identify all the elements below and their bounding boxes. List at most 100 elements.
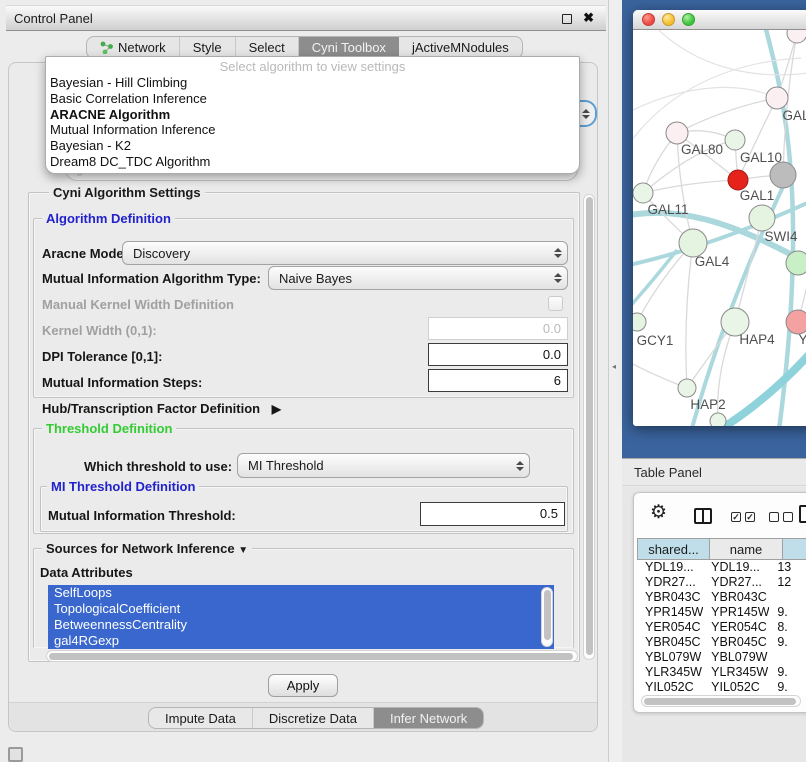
- tab-jactivemnodules[interactable]: jActiveMNodules: [399, 37, 522, 58]
- algorithm-option-dream8-dc-tdc-algorithm[interactable]: Dream8 DC_TDC Algorithm: [46, 154, 579, 170]
- network-node-gcy1[interactable]: [633, 313, 646, 331]
- table-cell[interactable]: YBL079W: [703, 650, 769, 665]
- settings-vertical-scrollbar[interactable]: [583, 194, 595, 660]
- algorithm-option-bayesian-k2[interactable]: Bayesian - K2: [46, 138, 579, 154]
- table-horizontal-scrollbar-thumb[interactable]: [644, 698, 796, 705]
- attribute-item-selfloops[interactable]: SelfLoops: [48, 585, 554, 601]
- table-cell[interactable]: YIL052C: [703, 680, 769, 695]
- table-cell[interactable]: 9.: [769, 680, 806, 695]
- table-cell[interactable]: 13: [769, 560, 806, 575]
- table-cell[interactable]: [769, 590, 806, 605]
- network-node-swi4[interactable]: [749, 205, 775, 231]
- table-row[interactable]: YPR145WYPR145W9.: [637, 605, 806, 620]
- tab-infer-network[interactable]: Infer Network: [374, 708, 483, 728]
- table-cell[interactable]: [769, 650, 806, 665]
- network-node[interactable]: [770, 162, 796, 188]
- table-cell[interactable]: YER054C: [703, 620, 769, 635]
- kernel-width-field[interactable]: 0.0: [428, 317, 568, 340]
- attribute-item-gal4rgexp[interactable]: gal4RGexp: [48, 633, 554, 649]
- table-cell[interactable]: YLR345W: [637, 665, 703, 680]
- float-window-icon[interactable]: [562, 14, 572, 24]
- table-cell[interactable]: YBR043C: [637, 590, 703, 605]
- tab-network[interactable]: Network: [87, 37, 180, 58]
- table-row[interactable]: YER054CYER054C8.: [637, 620, 806, 635]
- algorithm-option-aracne-algorithm[interactable]: ARACNE Algorithm: [46, 107, 579, 123]
- table-row[interactable]: YDL19...YDL19...13: [637, 560, 806, 575]
- network-node-y[interactable]: [786, 310, 806, 334]
- tab-discretize-data[interactable]: Discretize Data: [253, 708, 374, 728]
- network-node[interactable]: [786, 251, 806, 275]
- network-node-gal11[interactable]: [633, 183, 653, 203]
- table-cell[interactable]: YER054C: [637, 620, 703, 635]
- network-node-gal10[interactable]: [725, 130, 745, 150]
- network-node-gal4[interactable]: [679, 229, 707, 257]
- close-panel-icon[interactable]: ✖: [583, 10, 594, 26]
- network-node-gal[interactable]: [766, 87, 788, 109]
- mi-threshold-field[interactable]: 0.5: [420, 502, 565, 526]
- table-row[interactable]: YBR045CYBR045C9.: [637, 635, 806, 650]
- table-export-icon[interactable]: [799, 505, 806, 523]
- checkbox-unchecked-icon-2[interactable]: [783, 512, 793, 522]
- network-window-titlebar[interactable]: [633, 10, 806, 30]
- attributes-vertical-scrollbar[interactable]: [541, 587, 553, 647]
- apply-button[interactable]: Apply: [268, 674, 338, 697]
- checkbox-checked-icon-2[interactable]: ✓: [745, 512, 755, 522]
- table-cell[interactable]: 9.: [769, 665, 806, 680]
- algorithm-option-bayesian-hill-climbing[interactable]: Bayesian - Hill Climbing: [46, 75, 579, 91]
- table-row[interactable]: YDR27...YDR27...12: [637, 575, 806, 590]
- table-cell[interactable]: YDR27...: [703, 575, 769, 590]
- algorithm-option-basic-correlation-inference[interactable]: Basic Correlation Inference: [46, 91, 579, 107]
- algorithm-option-mutual-information-inference[interactable]: Mutual Information Inference: [46, 122, 579, 138]
- floating-palette-icon[interactable]: [8, 747, 23, 762]
- network-node[interactable]: [787, 30, 806, 43]
- table-row[interactable]: YBR043CYBR043C: [637, 590, 806, 605]
- table-cell[interactable]: YPR145W: [637, 605, 703, 620]
- tab-impute-data[interactable]: Impute Data: [149, 708, 253, 728]
- expand-right-icon[interactable]: ▶: [272, 402, 281, 416]
- table-cell[interactable]: YLR345W: [703, 665, 769, 680]
- column-header-shared[interactable]: shared...: [637, 538, 710, 560]
- hub-definition-toggle[interactable]: Hub/Transcription Factor Definition ▶: [42, 401, 281, 416]
- table-cell[interactable]: YBL079W: [637, 650, 703, 665]
- network-canvas[interactable]: GALGAL80GAL10GAL1GAL11SWI4GAL4GCY1HAP4YH…: [633, 30, 806, 426]
- mi-steps-field[interactable]: 6: [428, 369, 568, 392]
- table-cell[interactable]: YDL19...: [637, 560, 703, 575]
- table-horizontal-scrollbar[interactable]: [641, 695, 801, 707]
- minimize-traffic-light-icon[interactable]: [662, 13, 675, 26]
- table-row[interactable]: YBL079WYBL079W: [637, 650, 806, 665]
- settings-horizontal-scrollbar[interactable]: [46, 650, 578, 662]
- zoom-traffic-light-icon[interactable]: [682, 13, 695, 26]
- table-row[interactable]: YIL052CYIL052C9.: [637, 680, 806, 695]
- settings-horizontal-scrollbar-thumb[interactable]: [49, 653, 573, 660]
- table-cell[interactable]: 8.: [769, 620, 806, 635]
- aracne-mode-combo[interactable]: Discovery: [122, 241, 568, 265]
- table-cell[interactable]: YBR045C: [703, 635, 769, 650]
- which-threshold-combo[interactable]: MI Threshold: [237, 453, 530, 478]
- attribute-item-topologicalcoefficient[interactable]: TopologicalCoefficient: [48, 601, 554, 617]
- column-layout-icon[interactable]: [694, 508, 712, 524]
- checkbox-checked-icon-1[interactable]: ✓: [731, 512, 741, 522]
- network-node-hap2[interactable]: [678, 379, 696, 397]
- tab-cyni-toolbox[interactable]: Cyni Toolbox: [299, 37, 399, 58]
- manual-kernel-checkbox[interactable]: [548, 296, 563, 311]
- panel-splitter[interactable]: [608, 0, 622, 762]
- table-cell[interactable]: YIL052C: [637, 680, 703, 695]
- sources-group-title[interactable]: Sources for Network Inference ▼: [42, 541, 252, 556]
- collapse-down-icon[interactable]: ▼: [238, 545, 248, 556]
- data-attributes-list[interactable]: SelfLoopsTopologicalCoefficientBetweenne…: [48, 585, 554, 649]
- splitter-collapse-icon[interactable]: ◂: [612, 362, 616, 371]
- network-node[interactable]: [710, 413, 726, 426]
- column-header-name[interactable]: name: [710, 538, 783, 560]
- table-cell[interactable]: YDR27...: [637, 575, 703, 590]
- attributes-scrollbar-thumb[interactable]: [544, 590, 551, 640]
- dpi-tolerance-field[interactable]: 0.0: [428, 343, 568, 366]
- close-traffic-light-icon[interactable]: [642, 13, 655, 26]
- table-row[interactable]: YLR345WYLR345W9.: [637, 665, 806, 680]
- tab-select[interactable]: Select: [236, 37, 299, 58]
- settings-vertical-scrollbar-thumb[interactable]: [586, 197, 593, 655]
- table-cell[interactable]: YBR043C: [703, 590, 769, 605]
- mi-type-combo[interactable]: Naive Bayes: [268, 266, 568, 290]
- table-cell[interactable]: 9.: [769, 635, 806, 650]
- table-cell[interactable]: YBR045C: [637, 635, 703, 650]
- table-cell[interactable]: 9.: [769, 605, 806, 620]
